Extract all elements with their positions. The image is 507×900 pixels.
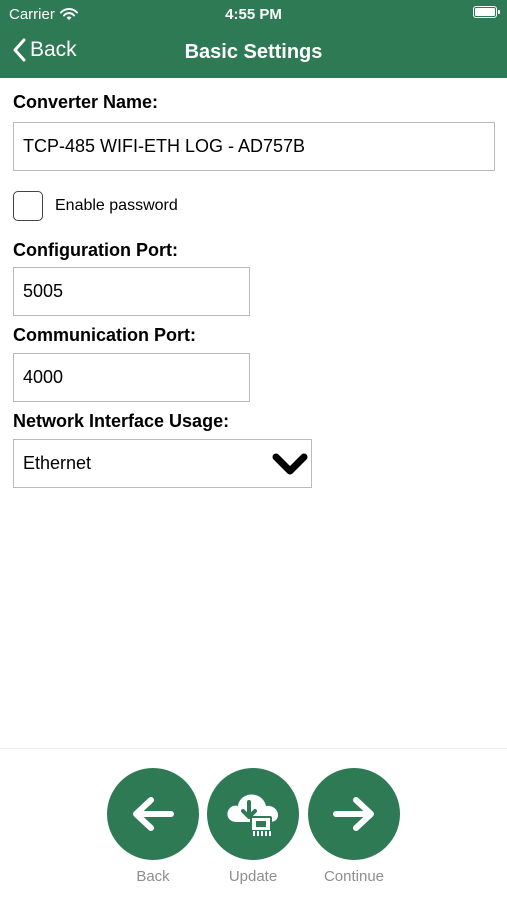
- back-button-circle[interactable]: [107, 768, 199, 860]
- arrow-right-icon: [333, 797, 374, 831]
- continue-button-circle[interactable]: [308, 768, 400, 860]
- settings-form: Converter Name: Enable password Configur…: [13, 92, 495, 488]
- comm-port-input[interactable]: [13, 353, 250, 402]
- enable-password-checkbox[interactable]: [13, 191, 43, 221]
- bottom-action-bar: Back Update Continue: [0, 768, 507, 900]
- converter-name-label: Converter Name:: [13, 92, 159, 112]
- app-header: Carrier 4:55 PM Back Basic Settings: [0, 0, 507, 78]
- back-button-label: Back: [136, 868, 170, 885]
- continue-button[interactable]: Continue: [308, 768, 400, 885]
- update-button-label: Update: [228, 868, 278, 885]
- cloud-download-chip-icon: [227, 794, 278, 836]
- enable-password-label: Enable password: [55, 197, 178, 214]
- status-bar: Carrier 4:55 PM: [0, 0, 507, 28]
- converter-name-input[interactable]: [13, 122, 495, 171]
- status-time: 4:55 PM: [225, 6, 282, 23]
- update-button-circle[interactable]: [207, 768, 299, 860]
- continue-button-label: Continue: [323, 868, 385, 885]
- update-button[interactable]: Update: [207, 768, 299, 885]
- bottom-divider: [0, 748, 507, 749]
- arrow-left-icon: [133, 797, 174, 831]
- network-interface-select[interactable]: Ethernet: [13, 439, 312, 488]
- comm-port-label: Communication Port:: [13, 325, 196, 345]
- back-button[interactable]: Back: [107, 768, 199, 885]
- chevron-down-icon: [272, 453, 308, 475]
- config-port-input[interactable]: [13, 267, 250, 316]
- config-port-label: Configuration Port:: [13, 240, 178, 260]
- page-title: Basic Settings: [184, 41, 323, 63]
- network-interface-label: Network Interface Usage:: [13, 411, 230, 431]
- enable-password-row: Enable password: [13, 191, 495, 221]
- network-interface-value: Ethernet: [23, 453, 92, 473]
- battery-icon: [473, 6, 500, 18]
